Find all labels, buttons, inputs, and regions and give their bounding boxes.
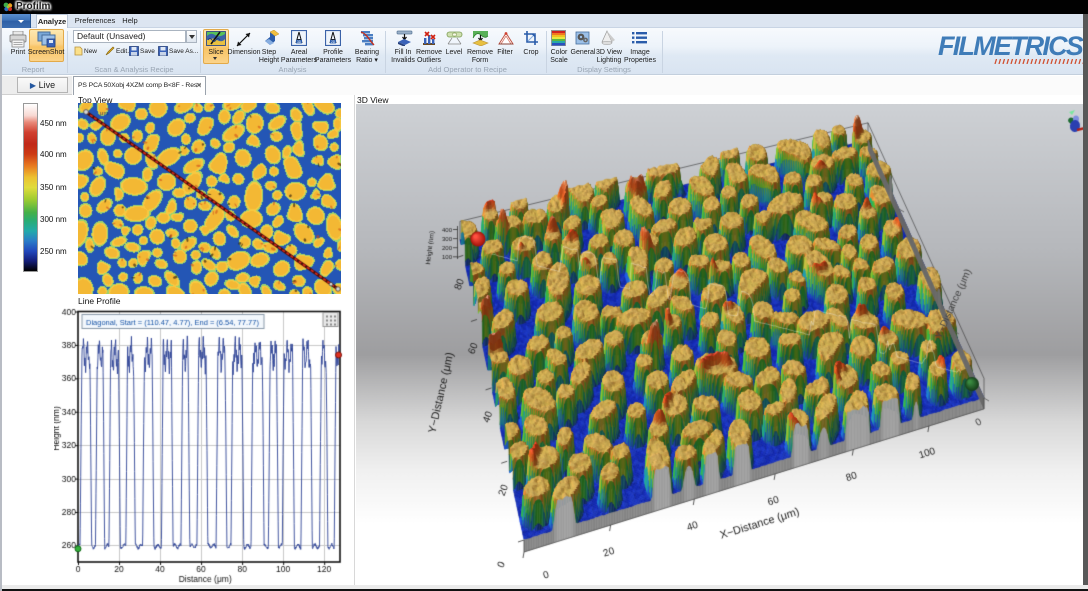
svg-text:2D: 2D xyxy=(331,40,336,44)
svg-text:3D: 3D xyxy=(297,40,302,44)
